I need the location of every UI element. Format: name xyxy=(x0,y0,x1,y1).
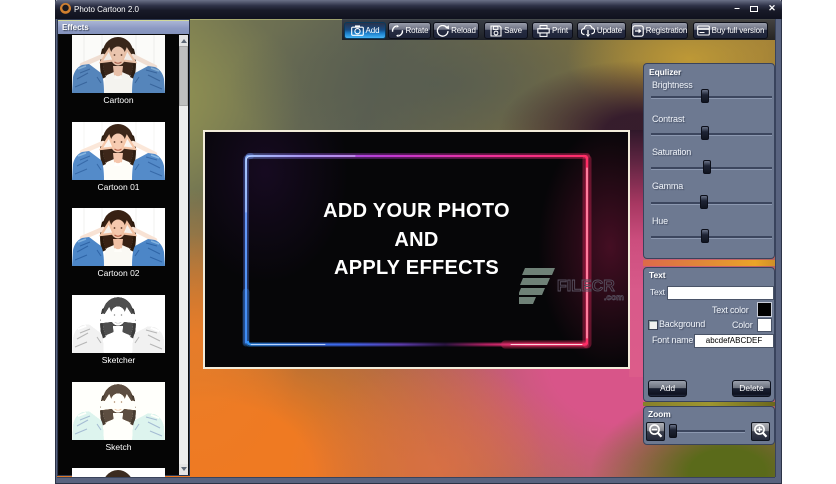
svg-text:.com: .com xyxy=(604,292,624,302)
